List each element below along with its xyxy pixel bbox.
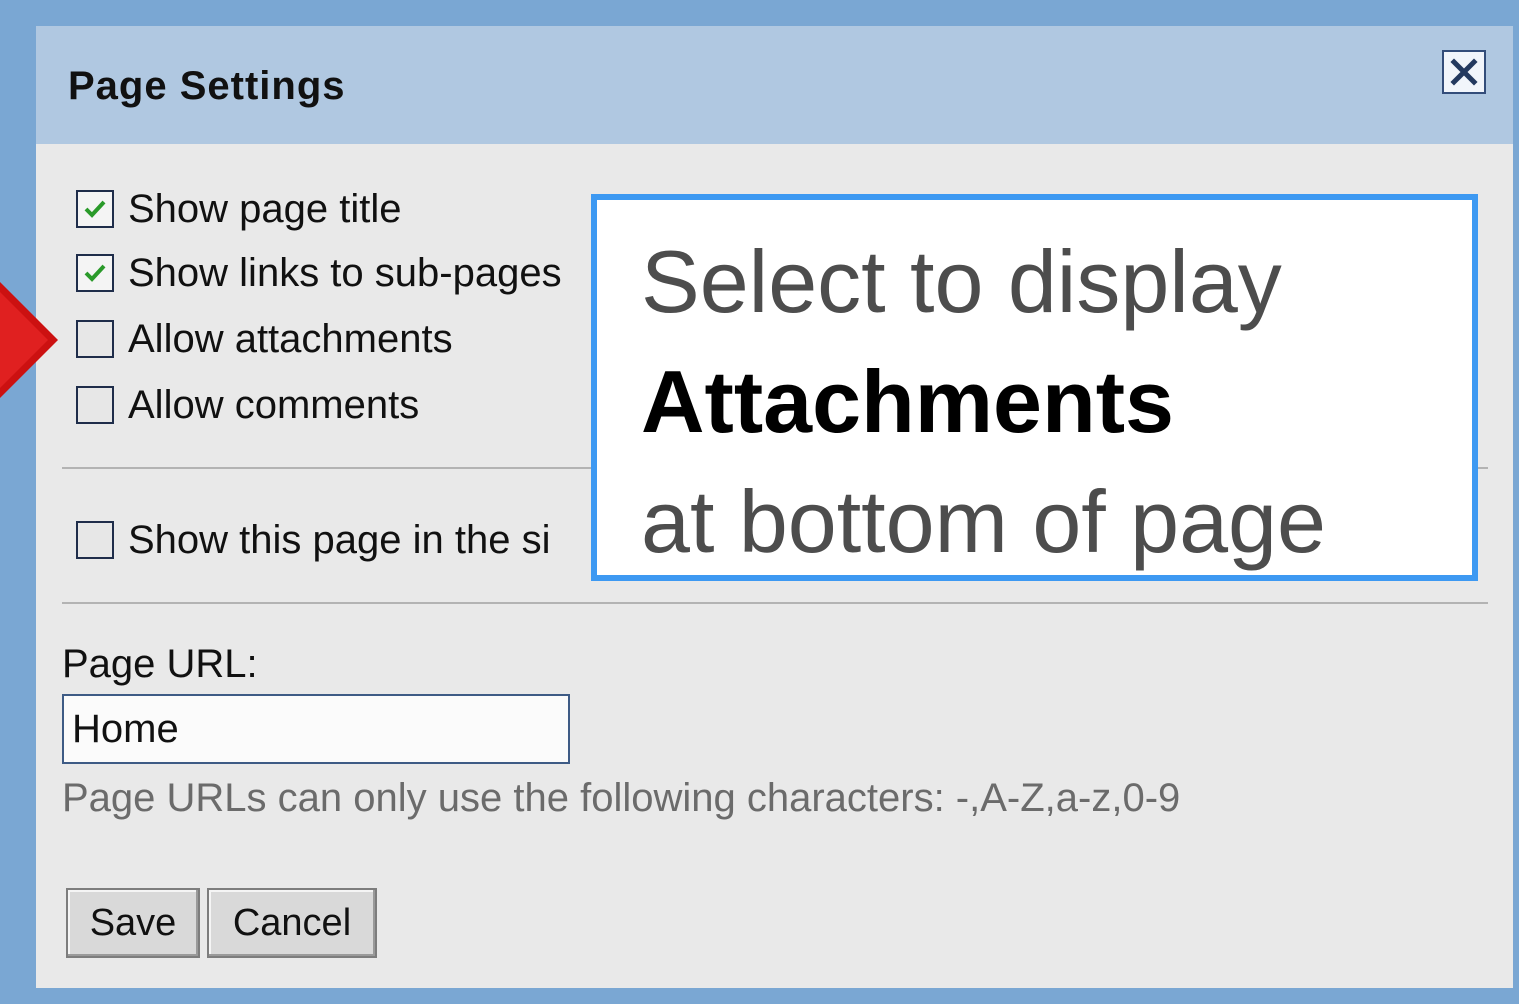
tutorial-callout: Select to display Attachments at bottom …: [591, 194, 1478, 581]
page-url-input[interactable]: [62, 694, 570, 764]
checkbox-show-in-sidebar[interactable]: [76, 521, 114, 559]
close-button[interactable]: [1442, 50, 1486, 94]
checkbox-show-links-to-sub-pages[interactable]: [76, 254, 114, 292]
window-edge-left: [0, 0, 12, 1004]
callout-line-1: Select to display: [641, 232, 1282, 331]
option-label: Allow comments: [128, 382, 420, 427]
option-allow-comments[interactable]: Allow comments: [76, 383, 419, 427]
option-label: Show links to sub-pages: [128, 250, 562, 295]
callout-line-3: at bottom of page: [641, 472, 1326, 571]
checkmark-icon: [84, 200, 106, 218]
option-label: Show page title: [128, 186, 402, 231]
checkbox-show-page-title[interactable]: [76, 190, 114, 228]
option-show-links-to-sub-pages[interactable]: Show links to sub-pages: [76, 251, 562, 295]
divider: [62, 602, 1488, 604]
option-allow-attachments[interactable]: Allow attachments: [76, 317, 453, 361]
dialog-title: Page Settings: [68, 64, 346, 108]
save-button[interactable]: Save: [66, 888, 200, 958]
checkbox-allow-attachments[interactable]: [76, 320, 114, 358]
callout-line-2: Attachments: [641, 352, 1174, 451]
option-show-in-sidebar[interactable]: Show this page in the si: [76, 518, 550, 562]
option-label: Show this page in the si: [128, 517, 551, 562]
page-url-hint: Page URLs can only use the following cha…: [62, 776, 1181, 820]
checkbox-allow-comments[interactable]: [76, 386, 114, 424]
close-icon: [1450, 58, 1478, 86]
pointer-arrow-icon: [0, 282, 58, 398]
option-label: Allow attachments: [128, 316, 453, 361]
page-url-label: Page URL:: [62, 642, 258, 686]
checkmark-icon: [84, 264, 106, 282]
window-edge-top: [0, 0, 1519, 4]
cancel-button[interactable]: Cancel: [207, 888, 377, 958]
option-show-page-title[interactable]: Show page title: [76, 187, 402, 231]
